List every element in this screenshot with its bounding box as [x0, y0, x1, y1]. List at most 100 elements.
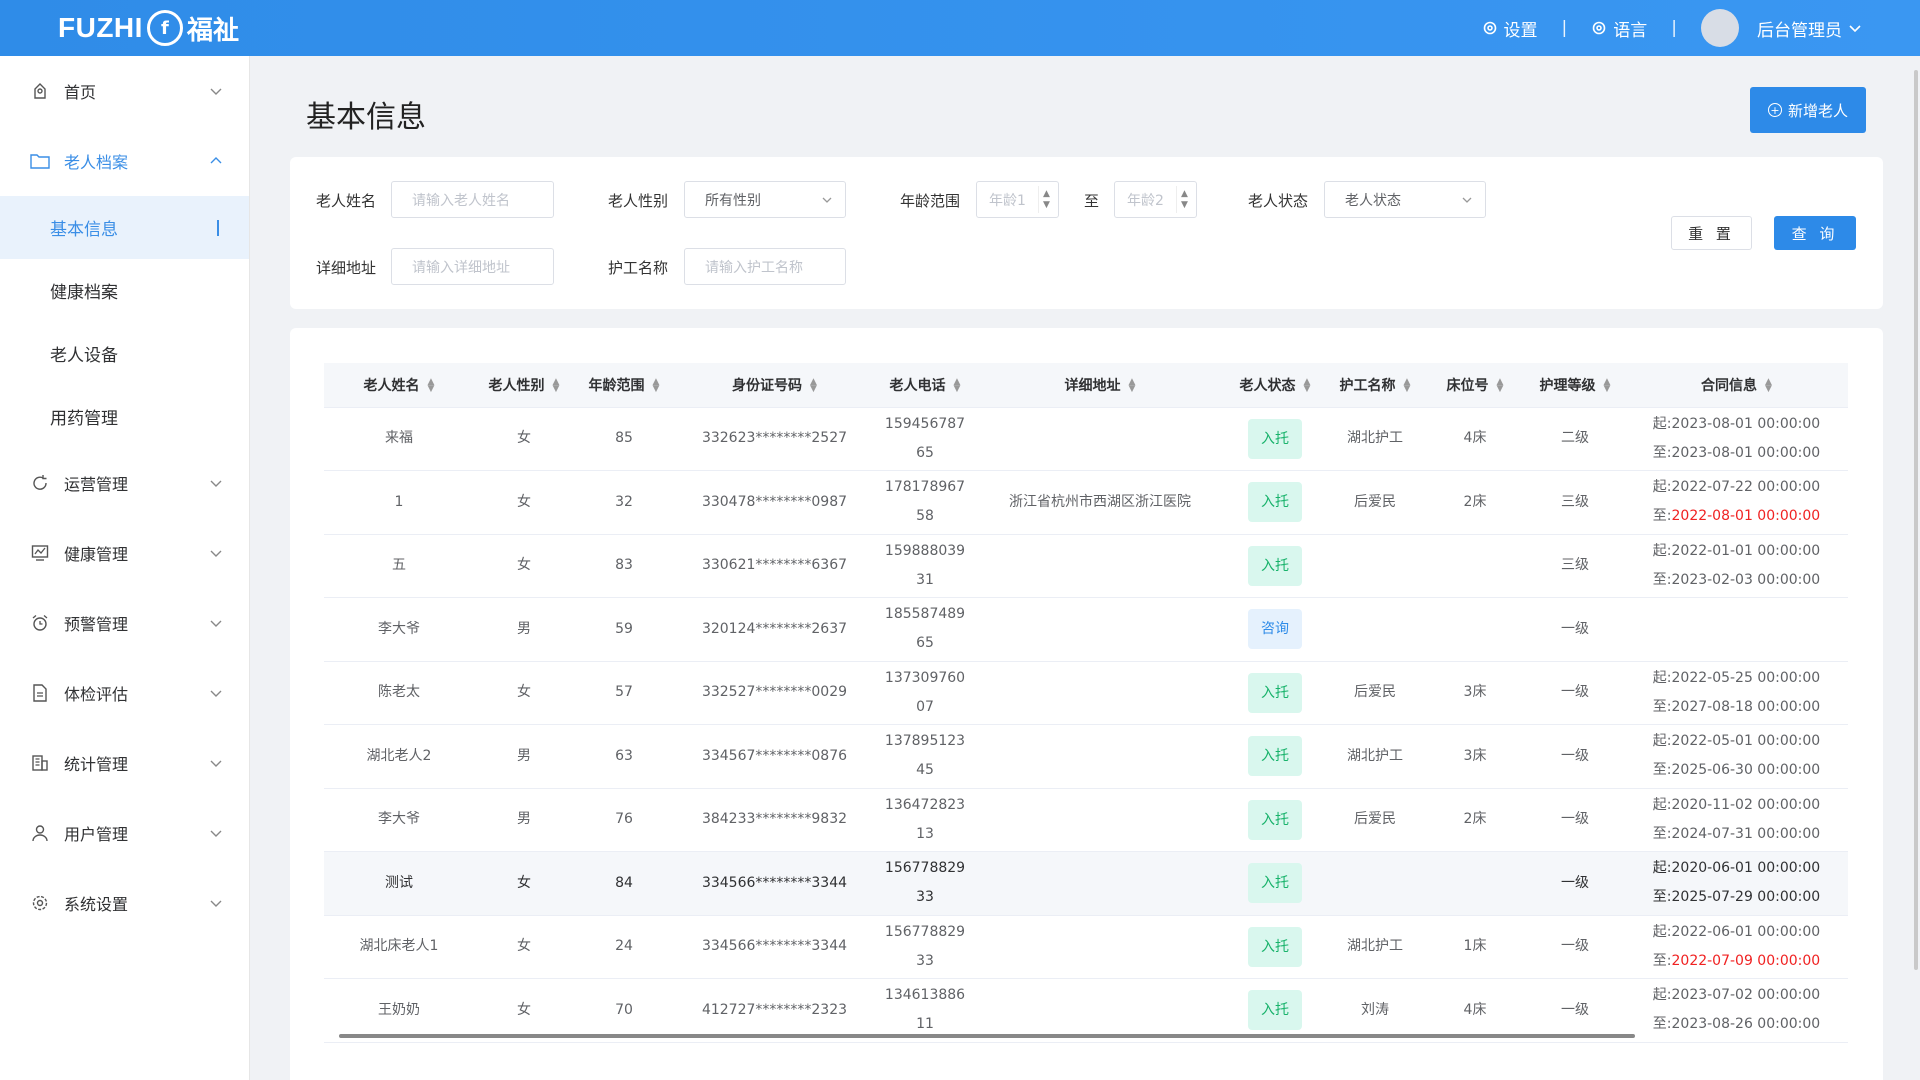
table-row[interactable]: 湖北床老人1 女 24 334566********3344 156778829 33 入托…	[324, 915, 1848, 979]
sort-icon[interactable]: ▲ ▼	[653, 377, 660, 393]
table-row[interactable]: 湖北老人2 男 63 334567********0876 137895123 45 入托湖…	[324, 724, 1848, 789]
sidebar-item-checkup[interactable]: 体检评估	[0, 658, 249, 728]
phone-line-2: 11	[916, 1016, 934, 1033]
gender-filter-select[interactable]: 所有性别	[684, 181, 846, 218]
sidebar-sub-health-archive[interactable]: 健康档案	[0, 259, 249, 322]
sort-icon[interactable]: ▲ ▼	[1497, 377, 1504, 393]
sidebar-item-label: 健康管理	[64, 545, 129, 564]
col-header[interactable]: 老人姓名 ▲ ▼	[324, 363, 474, 408]
chevron-down-icon	[210, 760, 222, 767]
sidebar-item-alert[interactable]: 预警管理	[0, 588, 249, 658]
col-header-label: 老人状态	[1239, 377, 1296, 394]
horizontal-scrollbar[interactable]	[339, 1034, 1635, 1038]
chevron-down-icon	[210, 620, 222, 627]
table-row[interactable]: 来福女 85 332623********2527 159456787 65 入托 湖北护工…	[324, 407, 1848, 471]
address-filter-label: 详细地址	[316, 259, 377, 277]
phone-line-2: 65	[916, 635, 934, 652]
col-header-label: 老人性别	[488, 377, 545, 394]
cell-bed: 1床	[1425, 915, 1525, 979]
sort-icon[interactable]: ▲ ▼	[1304, 377, 1311, 393]
query-button[interactable]: 查 询	[1774, 216, 1856, 250]
table-row[interactable]: 陈老太女 57 332527********0029 137309760 07 入托 后爱民…	[324, 661, 1848, 725]
sidebar-item-operations[interactable]: 运营管理	[0, 448, 249, 518]
add-elder-button[interactable]: + 新增老人	[1750, 87, 1866, 133]
cell-gender: 女	[474, 470, 574, 535]
contract-end-prefix: 至:	[1652, 825, 1672, 842]
name-filter-input[interactable]: 请输入老人姓名	[391, 181, 554, 218]
sort-icon[interactable]: ▲ ▼	[553, 377, 560, 393]
sidebar-item-statistics[interactable]: 统计管理	[0, 728, 249, 798]
brand-logo[interactable]: FUZHI f 福祉	[58, 9, 239, 47]
sidebar-item-label: 体检评估	[64, 685, 129, 704]
age2-input[interactable]: 年龄2 ▲ ▼	[1114, 181, 1197, 218]
sidebar-sub-elder-device[interactable]: 老人设备	[0, 322, 249, 385]
sort-icon[interactable]: ▲ ▼	[1404, 377, 1411, 393]
cell-age: 32	[574, 470, 674, 535]
contract-start: 起:2020-06-01 00:00:00	[1652, 860, 1821, 877]
reset-button[interactable]: 重 置	[1671, 216, 1752, 250]
sidebar-item-users[interactable]: 用户管理	[0, 798, 249, 868]
age2-placeholder: 年龄2	[1127, 192, 1164, 209]
status-filter-value: 老人状态	[1345, 192, 1401, 209]
sort-icon[interactable]: ▲ ▼	[1129, 377, 1136, 393]
table-row[interactable]: 1 女 32 330478********0987 178178967 58 浙江省杭州市西…	[324, 470, 1848, 535]
col-header[interactable]: 护理等级 ▲ ▼	[1525, 363, 1625, 408]
col-header[interactable]: 床位号 ▲ ▼	[1425, 363, 1525, 408]
sidebar-sub-medication[interactable]: 用药管理	[0, 385, 249, 448]
cell-bed: 3床	[1425, 661, 1525, 725]
table-row[interactable]: 李大爷男 59 320124********2637 185587489 65 咨询 一级	[324, 597, 1848, 662]
sidebar-sub-basic-info[interactable]: 基本信息	[0, 196, 249, 259]
table-row[interactable]: 五女 83 330621********6367 159888039 31 入托 三级 起:2…	[324, 534, 1848, 598]
address-filter-input[interactable]: 请输入详细地址	[391, 248, 554, 285]
col-header-label: 身份证号码	[732, 377, 803, 394]
nurse-filter-input[interactable]: 请输入护工名称	[684, 248, 846, 285]
cell-nurse: 湖北护工	[1325, 915, 1425, 979]
table-row[interactable]: 王奶奶女 70 412727********2323 134613886 11 入托 刘涛 4…	[324, 978, 1848, 1043]
contract-end-prefix: 至:	[1652, 762, 1672, 779]
age1-input[interactable]: 年龄1 ▲ ▼	[976, 181, 1059, 218]
col-header[interactable]: 老人状态 ▲ ▼	[1225, 363, 1325, 408]
vertical-scrollbar[interactable]	[1914, 70, 1918, 970]
col-header[interactable]: 年龄范围 ▲ ▼	[574, 363, 674, 408]
col-header[interactable]: 老人电话 ▲ ▼	[875, 363, 975, 408]
col-header[interactable]: 老人性别 ▲ ▼	[474, 363, 574, 408]
cell-status: 入托	[1225, 788, 1325, 852]
language-link[interactable]: 语言	[1591, 16, 1647, 41]
sidebar-sub-label: 健康档案	[50, 283, 118, 303]
cell-bed: 3床	[1425, 724, 1525, 789]
col-header[interactable]: 身份证号码 ▲ ▼	[674, 363, 875, 408]
sidebar-item-health[interactable]: 健康管理	[0, 518, 249, 588]
col-header[interactable]: 合同信息 ▲ ▼	[1625, 363, 1848, 408]
avatar	[1701, 9, 1739, 47]
phone-line-1: 159456787	[884, 415, 966, 432]
col-header[interactable]: 详细地址 ▲ ▼	[975, 363, 1225, 408]
phone-line-1: 134613886	[884, 987, 966, 1004]
sidebar-item-home[interactable]: 首页	[0, 56, 249, 126]
cell-care-level: 一级	[1525, 978, 1625, 1043]
cell-age: 70	[574, 978, 674, 1043]
sidebar-item-elder-archive[interactable]: 老人档案	[0, 126, 249, 196]
sort-icon[interactable]: ▲ ▼	[954, 377, 961, 393]
age2-stepper[interactable]: ▲ ▼	[1176, 186, 1192, 213]
col-header[interactable]: 护工名称 ▲ ▼	[1325, 363, 1425, 408]
status-filter-select[interactable]: 老人状态	[1324, 181, 1486, 218]
sort-icon[interactable]: ▲ ▼	[1765, 377, 1772, 393]
sidebar-item-system[interactable]: 系统设置	[0, 868, 249, 938]
phone-line-2: 13	[916, 825, 934, 842]
settings-link[interactable]: 设置	[1482, 16, 1538, 41]
table-row[interactable]: 测试女 84 334566********3344 156778829 33 入托 一级 起:…	[324, 851, 1848, 916]
sort-icon[interactable]: ▲ ▼	[428, 377, 435, 393]
cell-gender: 女	[474, 978, 574, 1043]
age1-stepper[interactable]: ▲ ▼	[1038, 186, 1054, 213]
phone-line-2: 45	[916, 762, 934, 779]
sort-icon[interactable]: ▲ ▼	[1604, 377, 1611, 393]
col-header-label: 护理等级	[1539, 377, 1596, 394]
sidebar-sub-label: 基本信息	[50, 220, 118, 240]
cell-bed: 4床	[1425, 978, 1525, 1043]
table-row[interactable]: 李大爷男 76 384233********9832 136472823 13 入托 后爱民…	[324, 788, 1848, 852]
user-menu[interactable]: 后台管理员	[1701, 9, 1862, 47]
sort-icon[interactable]: ▲ ▼	[810, 377, 817, 393]
cell-gender: 女	[474, 407, 574, 471]
cell-nurse: 刘涛	[1325, 978, 1425, 1043]
chevron-down-icon	[210, 480, 222, 487]
